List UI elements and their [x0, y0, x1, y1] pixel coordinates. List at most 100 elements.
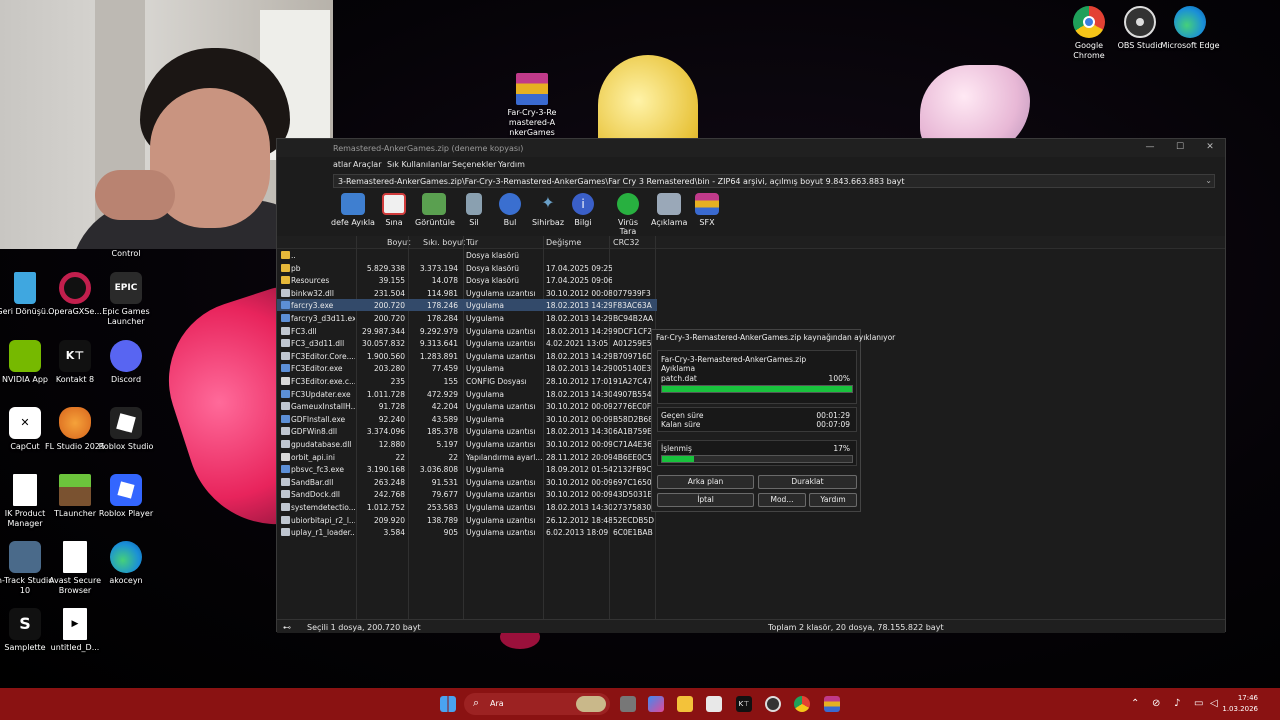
- file-progress-fill: [662, 386, 852, 392]
- microsoft-store-icon[interactable]: [706, 696, 722, 712]
- file-row[interactable]: GameuxInstallH... 91.728 42.204 Uygulama uz…: [277, 400, 657, 412]
- file-icon: [281, 339, 290, 348]
- desktop-icon-control[interactable]: Control: [96, 249, 156, 259]
- comment-button[interactable]: Açıklama: [651, 193, 687, 227]
- desktop-icon-archive[interactable]: Far-Cry-3-Remastered-AnkerGames: [502, 73, 562, 138]
- file-percent: 100%: [828, 374, 850, 383]
- taskbar-search[interactable]: ⌕ Ara: [464, 693, 610, 715]
- sfx-button[interactable]: SFX: [695, 193, 719, 227]
- file-modified: 17.04.2025 09:06: [546, 276, 612, 286]
- pause-button[interactable]: Duraklat: [758, 475, 857, 489]
- column-header-type[interactable]: Tür: [466, 238, 478, 247]
- file-icon: [63, 541, 87, 573]
- file-row[interactable]: FC3_d3d11.dll 30.057.832 9.313.641 Uygulama…: [277, 337, 657, 349]
- mode-button[interactable]: Mod...: [758, 493, 806, 507]
- view-button[interactable]: Görüntüle: [415, 193, 455, 227]
- discord-icon: [110, 340, 142, 372]
- delete-button[interactable]: Sil: [461, 193, 487, 227]
- file-row[interactable]: pb 5.829.338 3.373.194 Dosya klasörü 17.04.2…: [277, 262, 657, 274]
- obs-taskbar-icon[interactable]: [765, 696, 781, 712]
- current-file: patch.dat: [661, 374, 697, 383]
- file-type: Uygulama uzantısı: [466, 503, 536, 512]
- desktop-icon-discord[interactable]: Discord: [96, 340, 156, 385]
- file-row[interactable]: Resources 39.155 14.078 Dosya klasörü 17.04.…: [277, 274, 657, 286]
- file-type: Uygulama uzantısı: [466, 528, 536, 538]
- file-row[interactable]: binkw32.dll 231.504 114.981 Uygulama uzantı…: [277, 287, 657, 299]
- file-row[interactable]: ubiorbitapi_r2_l... 209.920 138.789 Uygulam…: [277, 514, 657, 526]
- file-row[interactable]: FC3Editor.Core.... 1.900.560 1.283.891 Uygu…: [277, 350, 657, 362]
- file-modified: 18.02.2013 14:29: [546, 364, 612, 374]
- edge-icon: [110, 541, 142, 573]
- file-row[interactable]: uplay_r1_loader.... 3.584 905 Uygulama uzan…: [277, 526, 657, 538]
- task-view-icon[interactable]: [620, 696, 636, 712]
- clock[interactable]: 17:46 1.03.2026: [1222, 693, 1258, 715]
- maximize-button[interactable]: ☐: [1165, 142, 1195, 152]
- wizard-button[interactable]: ✦ Sihirbaz: [531, 193, 565, 227]
- winrar-taskbar-icon[interactable]: [824, 696, 840, 712]
- desktop-icon-roblox-player[interactable]: Roblox Player: [96, 474, 156, 519]
- file-modified: 30.10.2012 00:09: [546, 402, 612, 412]
- file-row[interactable]: farcry3_d3d11.exe 200.720 178.284 Uygulama 1…: [277, 312, 657, 324]
- file-row[interactable]: systemdetectio... 1.012.752 253.583 Uygulam…: [277, 501, 657, 513]
- file-row[interactable]: orbit_api.ini 22 22 Yapılandırma ayarl... 28…: [277, 451, 657, 463]
- find-button[interactable]: Bul: [497, 193, 523, 227]
- file-row[interactable]: SandBar.dll 263.248 91.531 Uygulama uzantıs…: [277, 476, 657, 488]
- file-row[interactable]: FC3Updater.exe 1.011.728 472.929 Uygulama 18…: [277, 388, 657, 400]
- chevron-down-icon[interactable]: ⌄: [1205, 176, 1212, 185]
- desktop-icon-untitled-video[interactable]: ▶ untitled_D...: [45, 608, 105, 653]
- start-button[interactable]: [440, 696, 456, 712]
- extract-progress-dialog[interactable]: Far-Cry-3-Remastered-AnkerGames.zip kayn…: [651, 329, 895, 512]
- desktop-icon-microsoft-edge[interactable]: Microsoft Edge: [1160, 6, 1220, 51]
- kontakt-taskbar-icon[interactable]: K⊤: [736, 696, 752, 712]
- comment-icon: [657, 193, 681, 215]
- microphone-icon[interactable]: ♪: [1174, 698, 1180, 709]
- extract-to-button[interactable]: defe Ayıkla: [331, 193, 375, 227]
- menu-item-komutlar[interactable]: atlar: [333, 160, 351, 169]
- menu-item-options[interactable]: Seçenekler: [452, 160, 496, 169]
- network-off-icon[interactable]: ⊘: [1152, 698, 1160, 709]
- file-row[interactable]: .. Dosya klasörü: [277, 249, 657, 261]
- file-row[interactable]: SandDock.dll 242.768 79.677 Uygulama uzantı…: [277, 488, 657, 500]
- display-icon[interactable]: ▭: [1194, 698, 1203, 709]
- virus-scan-button[interactable]: Virüs Tara: [609, 193, 647, 236]
- file-modified: 6.02.2013 18:09: [546, 528, 609, 538]
- chrome-taskbar-icon[interactable]: [794, 696, 810, 712]
- file-row[interactable]: FC3.dll 29.987.344 9.292.979 Uygulama uzant…: [277, 325, 657, 337]
- file-row[interactable]: farcry3.exe 200.720 178.246 Uygulama 18.02.2…: [277, 299, 657, 312]
- file-row[interactable]: gpudatabase.dll 12.880 5.197 Uygulama uzant…: [277, 438, 657, 450]
- chevron-up-icon[interactable]: ⌃: [1131, 698, 1139, 709]
- file-size: 29.987.344: [362, 326, 405, 336]
- file-type: Uygulama uzantısı: [466, 339, 536, 349]
- folder-icon: [281, 263, 290, 272]
- file-packed-size: 5.197: [436, 440, 458, 449]
- column-header-packed-size[interactable]: Sıkı. boyut: [423, 238, 465, 247]
- menu-item-help[interactable]: Yardım: [498, 160, 525, 169]
- menu-item-favorites[interactable]: Sık Kullanılanlar: [387, 160, 451, 169]
- file-explorer-icon[interactable]: [677, 696, 693, 712]
- file-type: Dosya klasörü: [466, 276, 520, 286]
- column-header-size[interactable]: Boyut: [387, 238, 410, 247]
- background-button[interactable]: Arka plan: [657, 475, 754, 489]
- file-row[interactable]: GDFInstall.exe 92.240 43.589 Uygulama 30.10.…: [277, 413, 657, 425]
- desktop-icon-roblox-studio[interactable]: Roblox Studio: [96, 407, 156, 452]
- file-row[interactable]: FC3Editor.exe.c... 235 155 CONFIG Dosyası 28…: [277, 375, 657, 387]
- help-button[interactable]: Yardım: [809, 493, 857, 507]
- info-button[interactable]: i Bilgi: [571, 193, 595, 227]
- file-icon: [281, 402, 290, 411]
- minimize-button[interactable]: —: [1135, 142, 1165, 152]
- file-row[interactable]: pbsvc_fc3.exe 3.190.168 3.036.808 Uygulama 1…: [277, 463, 657, 475]
- desktop-icon-epic-games[interactable]: EPIC Epic Games Launcher: [96, 272, 156, 327]
- menu-item-araclar[interactable]: Araçlar: [353, 160, 381, 169]
- copilot-icon[interactable]: [648, 696, 664, 712]
- cancel-button[interactable]: İptal: [657, 493, 754, 507]
- column-header-modified[interactable]: Değişme: [546, 238, 581, 247]
- address-bar[interactable]: 3-Remastered-AnkerGames.zip\Far-Cry-3-Re…: [333, 174, 1215, 188]
- title-bar[interactable]: Remastered-AnkerGames.zip (deneme kopyas…: [277, 139, 1225, 157]
- file-row[interactable]: FC3Editor.exe 203.280 77.459 Uygulama 18.02.…: [277, 362, 657, 374]
- desktop-icon-akoceyn[interactable]: akoceyn: [96, 541, 156, 586]
- column-header-crc32[interactable]: CRC32: [613, 238, 640, 247]
- file-row[interactable]: GDFWin8.dll 3.374.096 185.378 Uygulama uzan…: [277, 425, 657, 437]
- volume-icon[interactable]: ◁: [1210, 698, 1218, 709]
- close-button[interactable]: ✕: [1195, 142, 1225, 152]
- test-button[interactable]: Sına: [381, 193, 407, 227]
